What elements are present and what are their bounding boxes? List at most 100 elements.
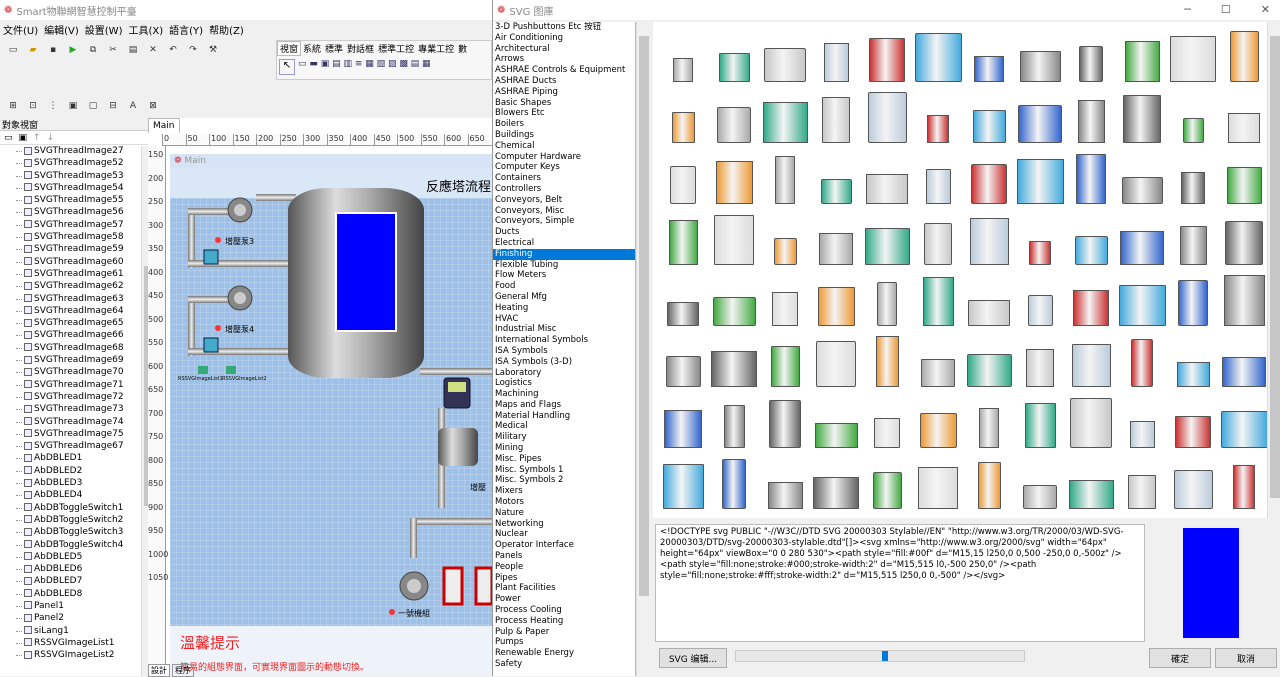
category-item[interactable]: Misc. Pipes (493, 454, 635, 465)
lock-icon[interactable]: ⊠ (144, 97, 162, 115)
palette-tab-system[interactable]: 系統 (301, 42, 323, 55)
tree-item[interactable]: SVGThreadImage65 (0, 317, 154, 329)
run-icon[interactable]: ▶ (64, 41, 82, 59)
svg-thumbnail[interactable] (1014, 209, 1066, 267)
category-item[interactable]: Finishing (493, 248, 635, 260)
svg-thumbnail[interactable] (1116, 209, 1168, 267)
tree-item[interactable]: RSSVGImageList2 (0, 649, 154, 661)
svg-thumbnail[interactable] (657, 87, 709, 145)
category-item[interactable]: ASHRAE Controls & Equipment (493, 65, 635, 76)
menu-help[interactable]: 帮助(Z) (206, 22, 247, 37)
svg-thumbnail[interactable] (1014, 392, 1066, 450)
svg-thumbnail[interactable] (657, 209, 709, 267)
tree-item[interactable]: AbDBLED7 (0, 575, 154, 587)
svg-thumbnail[interactable] (912, 453, 964, 511)
svg-thumbnail[interactable] (963, 26, 1015, 84)
tree-item[interactable]: AbDBLED5 (0, 551, 154, 563)
svg-thumbnail[interactable] (1065, 26, 1117, 84)
svg-thumbnail[interactable] (912, 209, 964, 267)
category-item[interactable]: ASHRAE Ducts (493, 76, 635, 87)
svg-thumbnail[interactable] (1116, 392, 1168, 450)
tree-item[interactable]: SVGThreadImage68 (0, 342, 154, 354)
component-icon[interactable]: ▭ ▬ ▣ ▤ ▥ ≡ ▦ ▧ ▨ ▩ ▤ ▦ (298, 59, 431, 75)
menu-language[interactable]: 語言(Y) (166, 22, 206, 37)
svg-thumbnail[interactable] (657, 331, 709, 389)
category-item[interactable]: ASHRAE Piping (493, 87, 635, 98)
svg-thumbnail[interactable] (708, 392, 760, 450)
tree-item[interactable]: SVGThreadImage59 (0, 243, 154, 255)
svg-thumbnail[interactable] (963, 331, 1015, 389)
tree-item[interactable]: AbDBLED1 (0, 452, 154, 464)
svg-thumbnail[interactable] (1065, 209, 1117, 267)
svg-thumbnail[interactable] (708, 26, 760, 84)
group-icon[interactable]: ⊟ (104, 97, 122, 115)
category-item[interactable]: Conveyors, Belt (493, 195, 635, 206)
svg-thumbnail[interactable] (810, 209, 862, 267)
svg-thumbnail[interactable] (1218, 26, 1270, 84)
category-item[interactable]: Networking (493, 519, 635, 530)
svg-thumbnail[interactable] (1218, 331, 1270, 389)
svg-thumbnail[interactable] (1218, 392, 1270, 450)
svg-thumbnail[interactable] (912, 331, 964, 389)
svg-thumbnail[interactable] (1116, 270, 1168, 328)
category-item[interactable]: Chemical (493, 141, 635, 152)
svg-thumbnail[interactable] (1167, 270, 1219, 328)
svg-thumbnail[interactable] (810, 453, 862, 511)
category-item[interactable]: Operator Interface (493, 540, 635, 551)
grid-icon[interactable]: ⋮ (44, 97, 62, 115)
category-item[interactable]: Electrical (493, 238, 635, 249)
svg-thumbnail[interactable] (657, 148, 709, 206)
category-scrollbar[interactable] (636, 22, 650, 676)
palette-tab-pro-ctrl[interactable]: 專業工控 (416, 42, 456, 55)
svg-thumbnail[interactable] (912, 87, 964, 145)
category-item[interactable]: HVAC (493, 314, 635, 325)
paste-icon[interactable]: ▤ (124, 41, 142, 59)
redo-icon[interactable]: ↷ (184, 41, 202, 59)
svg-thumbnail[interactable] (861, 87, 913, 145)
tree-item[interactable]: SVGThreadImage73 (0, 403, 154, 415)
palette-tab-std-ctrl[interactable]: 標準工控 (376, 42, 416, 55)
svg-thumbnail[interactable] (708, 331, 760, 389)
svg-thumbnail[interactable] (759, 87, 811, 145)
category-item[interactable]: Misc. Symbols 1 (493, 465, 635, 476)
svg-thumbnail[interactable] (810, 148, 862, 206)
category-item[interactable]: Boilers (493, 119, 635, 130)
svg-thumbnail[interactable] (708, 209, 760, 267)
svg-thumbnail[interactable] (759, 148, 811, 206)
minimize-icon[interactable]: ─ (1184, 3, 1191, 16)
category-item[interactable]: Safety (493, 659, 635, 670)
svg-thumbnail[interactable] (1065, 453, 1117, 511)
category-item[interactable]: Panels (493, 551, 635, 562)
palette-tab-data[interactable]: 數 (456, 42, 469, 55)
category-item[interactable]: Arrows (493, 54, 635, 65)
category-item[interactable]: Nature (493, 508, 635, 519)
palette-tab-dialog[interactable]: 對話框 (345, 42, 376, 55)
close-icon[interactable]: ✕ (1261, 3, 1270, 16)
category-item[interactable]: Flow Meters (493, 270, 635, 281)
category-item[interactable]: Computer Hardware (493, 152, 635, 163)
menu-file[interactable]: 文件(U) (0, 22, 41, 37)
size-icon[interactable]: ⊡ (24, 97, 42, 115)
category-item[interactable]: Nuclear (493, 529, 635, 540)
svg-thumbnail[interactable] (1116, 87, 1168, 145)
svg-thumbnail[interactable] (912, 148, 964, 206)
tree-item[interactable]: Panel2 (0, 612, 154, 624)
svg-thumbnail[interactable] (1218, 270, 1270, 328)
delete-icon[interactable]: ✕ (144, 41, 162, 59)
svg-thumbnail[interactable] (963, 87, 1015, 145)
tree-item[interactable]: SVGThreadImage61 (0, 268, 154, 280)
category-item[interactable]: Computer Keys (493, 162, 635, 173)
svg-thumbnail[interactable] (1065, 392, 1117, 450)
tree-item[interactable]: SVGThreadImage60 (0, 256, 154, 268)
category-item[interactable]: Mining (493, 443, 635, 454)
svg-thumbnail[interactable] (657, 453, 709, 511)
tree-item[interactable]: SVGThreadImage74 (0, 416, 154, 428)
palette-tab-window[interactable]: 視窗 (277, 40, 302, 56)
menu-edit[interactable]: 編輯(V) (41, 22, 82, 37)
svg-thumbnail[interactable] (708, 453, 760, 511)
align-icon[interactable]: ⊞ (4, 97, 22, 115)
tree-item[interactable]: SVGThreadImage66 (0, 329, 154, 341)
tree-item[interactable]: SVGThreadImage64 (0, 305, 154, 317)
svg-thumbnail[interactable] (1014, 453, 1066, 511)
svg-thumbnail[interactable] (759, 392, 811, 450)
